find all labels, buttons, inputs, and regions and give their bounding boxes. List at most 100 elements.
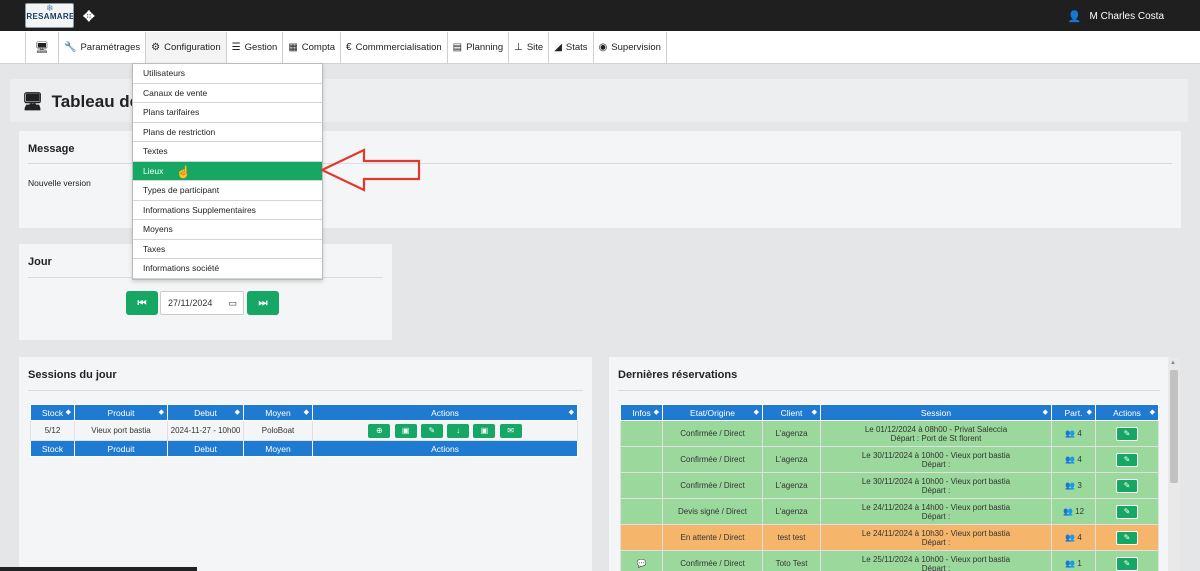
add-button[interactable]: ⊕ [368, 423, 391, 438]
table-header-row: Infos ◆ Etat/Origine ◆ Client ◆ Session ◆ Pa… [620, 404, 1159, 421]
desktop-icon: 🖥 [22, 92, 44, 111]
dropdown-item[interactable]: Canaux de vente [133, 84, 322, 103]
dropdown-item[interactable]: Textes [133, 142, 322, 162]
menu-item-parametrages[interactable]: 🔧 Paramétrages [59, 32, 147, 63]
column-header[interactable]: Produit ◆ [74, 404, 168, 421]
participants-count: 4 [1077, 533, 1082, 542]
edit-button[interactable]: ✎ [1116, 530, 1138, 545]
stock-cell: 5/12 [30, 420, 75, 441]
menu-label: Configuration [164, 42, 221, 53]
menu-item-configuration[interactable]: ⚙ Configuration [146, 32, 227, 63]
menu-item-commercialisation[interactable]: € Commmercialisation [341, 32, 448, 63]
participants-count: 4 [1077, 429, 1082, 438]
infos-cell [620, 524, 663, 551]
sort-icon: ◆ [753, 409, 759, 416]
edit-button[interactable]: ✎ [1116, 478, 1138, 493]
menu-item-gestion[interactable]: ☰ Gestion [227, 32, 284, 63]
column-header[interactable]: Part. ◆ [1051, 404, 1096, 421]
scroll-up-icon[interactable]: ▲ [1170, 360, 1176, 366]
table-footer-row: Stock Produit Debut Moyen Actions [30, 440, 578, 457]
sort-icon: ◆ [1149, 409, 1155, 416]
session-departure: Départ : [921, 563, 951, 571]
actions-cell: ✎ [1095, 498, 1159, 525]
next-day-button[interactable]: ⏭ [247, 291, 279, 315]
column-header[interactable]: Client ◆ [762, 404, 821, 421]
session-cell: Le 30/11/2024 à 10h00 - Vieux port basti… [820, 472, 1052, 499]
logo-text: RESAMARE [26, 12, 74, 21]
column-header[interactable]: Debut ◆ [167, 404, 244, 421]
dropdown-item[interactable]: Utilisateurs [133, 64, 322, 84]
produit-cell: Vieux port bastia [74, 420, 168, 441]
column-header[interactable]: Session ◆ [820, 404, 1052, 421]
menu-item-stats[interactable]: ◢ Stats [549, 32, 594, 63]
participants-cell: 👥 4 [1051, 524, 1096, 551]
dropdown-item[interactable]: Types de participant [133, 181, 322, 201]
top-bar: ❄ RESAMARE ✥ 👤 M Charles Costa [0, 0, 1200, 31]
etat-cell: Confirmée / Direct [662, 420, 763, 447]
dropdown-item[interactable]: Plans tarifaires [133, 103, 322, 123]
menu-item-supervision[interactable]: ◉ Supervision [594, 32, 667, 63]
edit-button[interactable]: ✎ [1116, 452, 1138, 467]
header-label: Produit [107, 407, 135, 418]
users-icon: 👥 [1065, 429, 1076, 438]
session-departure: Départ : Port de St florent [890, 433, 982, 443]
date-input[interactable]: 27/11/2024 ▭ [160, 291, 244, 315]
reservations-panel: Dernières réservations Infos ◆ Etat/Origi… [609, 357, 1169, 571]
calendar-plus-button[interactable]: ▣ [473, 423, 496, 438]
calendar-add-button[interactable]: ▣ [394, 423, 417, 438]
date-value: 27/11/2024 [168, 298, 213, 308]
column-header[interactable]: Infos ◆ [620, 404, 663, 421]
column-header[interactable]: Moyen ◆ [243, 404, 313, 421]
edit-button[interactable]: ✎ [420, 423, 443, 438]
participants-count: 1 [1077, 559, 1082, 568]
dropdown-item[interactable]: Moyens [133, 220, 322, 240]
participants-count: 4 [1077, 455, 1082, 464]
table-row: En attente / Direct test test Le 24/11/202… [620, 524, 1159, 551]
sort-numeric-button[interactable]: ↓ [447, 423, 470, 438]
menu-item-dashboard[interactable]: 🖥 [26, 32, 59, 63]
calendar-icon[interactable]: ▭ [228, 298, 237, 309]
column-footer: Actions [312, 440, 578, 457]
menu-item-planning[interactable]: ▤ Planning [448, 32, 510, 63]
column-footer: Moyen [243, 440, 313, 457]
scroll-thumb[interactable] [1170, 370, 1178, 483]
session-cell: Le 30/11/2024 à 10h00 - Vieux port basti… [820, 446, 1052, 473]
sort-icon: ◆ [65, 409, 71, 416]
participants-count: 12 [1075, 507, 1085, 516]
email-button[interactable]: ✉ [499, 423, 522, 438]
gears-icon: ⚙ [151, 42, 161, 53]
previous-day-button[interactable]: ⏮ [126, 291, 158, 315]
dropdown-item[interactable]: Lieux [133, 161, 322, 181]
reservations-scrollbar[interactable]: ▲ [1168, 358, 1180, 571]
session-line: Le 30/11/2024 à 10h00 - Vieux port basti… [861, 476, 1011, 486]
edit-button[interactable]: ✎ [1116, 426, 1138, 441]
edit-button[interactable]: ✎ [1116, 504, 1138, 519]
dropdown-item[interactable]: Informations société [133, 259, 322, 279]
etat-cell: Confirmée / Direct [662, 550, 763, 571]
user-menu[interactable]: 👤 M Charles Costa [1068, 10, 1164, 23]
menu-item-site[interactable]: ⊥ Site [509, 32, 550, 63]
dropdown-item[interactable]: Taxes [133, 240, 322, 259]
column-footer: Stock [30, 440, 75, 457]
sort-icon: ◆ [1042, 409, 1048, 416]
calculator-icon: ▦ [288, 42, 298, 53]
header-label: Moyen [265, 407, 291, 418]
jour-panel-title: Jour [28, 256, 52, 268]
dropdown-item[interactable]: Plans de restriction [133, 123, 322, 142]
column-header[interactable]: Actions ◆ [312, 404, 578, 421]
sitemap-icon: ⊥ [514, 42, 523, 53]
edit-button[interactable]: ✎ [1116, 556, 1138, 571]
comment-icon[interactable]: 💬 [637, 559, 647, 568]
menu-item-compta[interactable]: ▦ Compta [283, 32, 342, 63]
app-logo[interactable]: ❄ RESAMARE [25, 3, 74, 28]
menu-label: Planning [466, 42, 504, 53]
column-header[interactable]: Actions ◆ [1095, 404, 1159, 421]
column-header[interactable]: Stock ◆ [30, 404, 75, 421]
fullscreen-icon[interactable]: ✥ [83, 9, 95, 23]
dropdown-item[interactable]: Informations Supplementaires [133, 201, 322, 220]
menu-label: Supervision [611, 42, 661, 53]
session-line: Le 25/11/2024 à 10h00 - Vieux port basti… [861, 554, 1011, 564]
header-label: Session [920, 407, 952, 418]
actions-cell: ✎ [1095, 550, 1159, 571]
column-header[interactable]: Etat/Origine ◆ [662, 404, 763, 421]
